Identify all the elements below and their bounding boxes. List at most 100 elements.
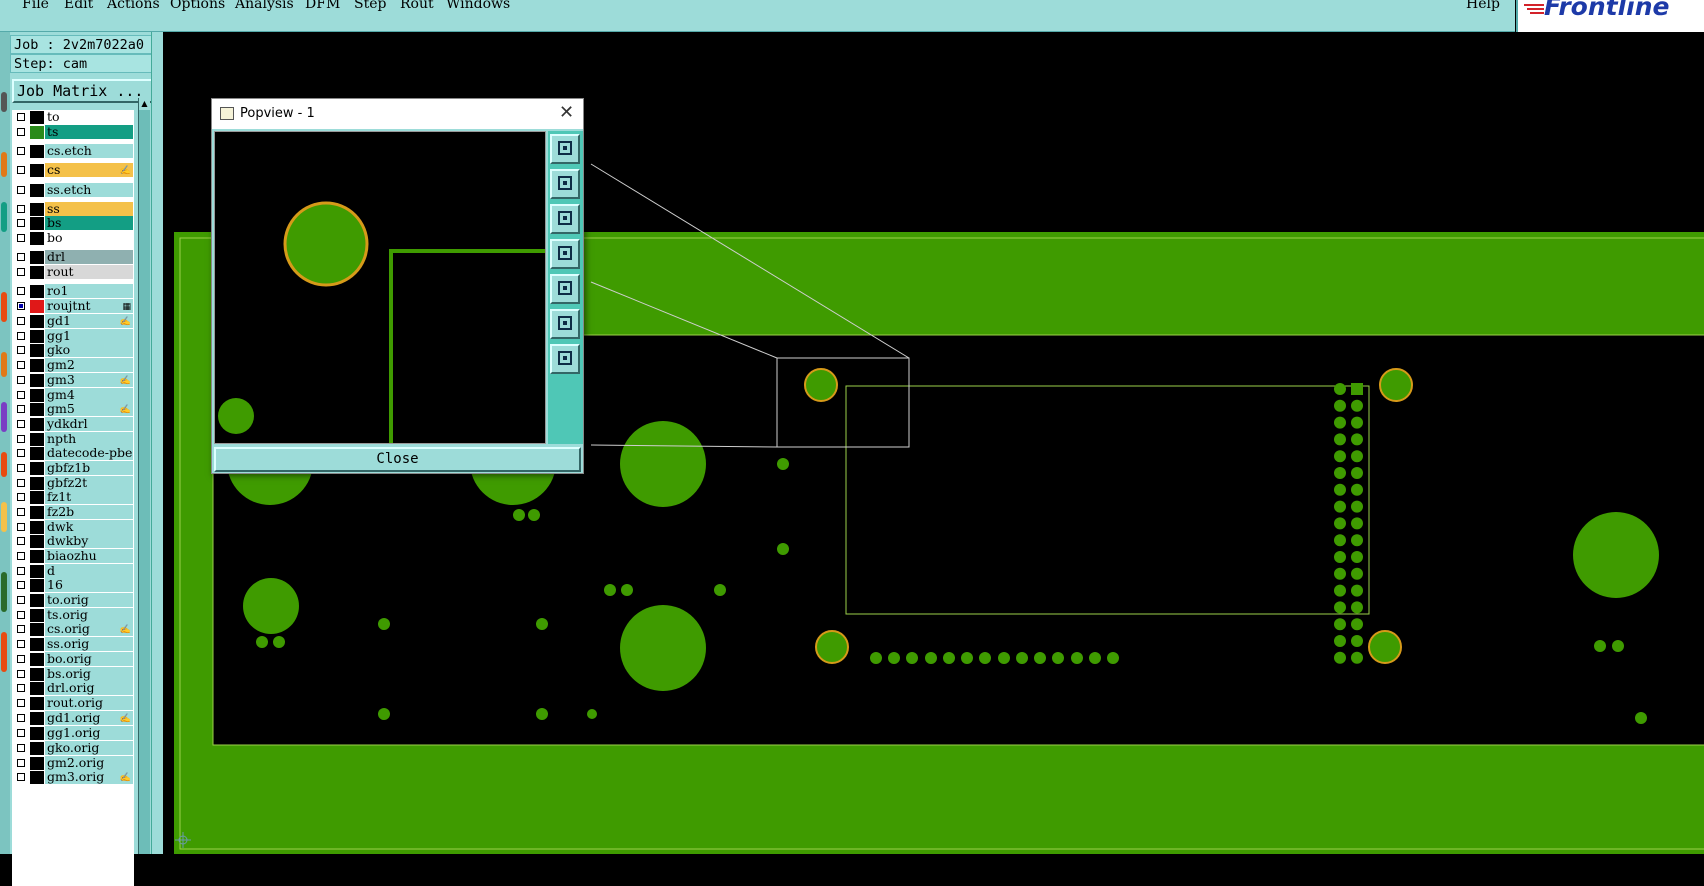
layer-checkbox[interactable] (17, 391, 25, 399)
layer-name[interactable]: d (45, 564, 133, 578)
layer-color-swatch[interactable] (30, 145, 44, 158)
layer-name[interactable]: dwk (45, 520, 133, 534)
layer-checkbox[interactable] (17, 655, 25, 663)
layer-name[interactable]: datecode-pbe (45, 446, 133, 460)
layer-checkbox[interactable] (17, 361, 25, 369)
layer-row[interactable]: dwk (12, 520, 134, 535)
layer-color-swatch[interactable] (30, 742, 44, 755)
layer-checkbox[interactable] (17, 205, 25, 213)
layer-color-swatch[interactable] (30, 594, 44, 607)
layer-color-swatch[interactable] (30, 126, 44, 139)
layer-name[interactable]: gm3.orig ✍ (45, 770, 133, 784)
layer-row[interactable]: dwkby (12, 534, 134, 549)
layer-color-swatch[interactable] (30, 266, 44, 279)
layer-color-swatch[interactable] (30, 462, 44, 475)
layer-color-swatch[interactable] (30, 300, 44, 313)
layer-row[interactable]: bs.orig (12, 667, 134, 682)
layer-name[interactable]: fz1t (45, 490, 133, 504)
layer-checkbox[interactable] (17, 552, 25, 560)
layer-checkbox[interactable] (17, 759, 25, 767)
layer-name[interactable]: to (45, 110, 133, 124)
layer-row[interactable]: d (12, 564, 134, 579)
layer-color-swatch[interactable] (30, 315, 44, 328)
layer-checkbox[interactable] (17, 420, 25, 428)
layer-color-swatch[interactable] (30, 668, 44, 681)
layer-color-swatch[interactable] (30, 374, 44, 387)
layer-row[interactable]: ss.orig (12, 637, 134, 652)
layer-row[interactable]: bo.orig (12, 652, 134, 667)
layer-name[interactable]: gbfz2t (45, 476, 133, 490)
layer-row[interactable]: ts (12, 125, 134, 140)
layer-row[interactable]: ydkdrl (12, 417, 134, 432)
layer-color-swatch[interactable] (30, 251, 44, 264)
layer-row[interactable]: gm2.orig (12, 756, 134, 771)
layer-row[interactable]: ss.etch (12, 183, 134, 198)
layer-checkbox[interactable] (17, 625, 25, 633)
layer-row[interactable]: fz2b (12, 505, 134, 520)
layer-row[interactable]: gm3 ✍ (12, 373, 134, 388)
menu-step[interactable]: Step (354, 0, 386, 12)
layer-checkbox[interactable] (17, 729, 25, 737)
layer-name[interactable]: gko (45, 343, 133, 357)
layer-color-swatch[interactable] (30, 506, 44, 519)
layer-checkbox[interactable] (17, 611, 25, 619)
layer-color-swatch[interactable] (30, 389, 44, 402)
layer-color-swatch[interactable] (30, 330, 44, 343)
layer-color-swatch[interactable] (30, 217, 44, 230)
popview-titlebar[interactable]: Popview - 1 ✕ (212, 99, 583, 129)
layer-row[interactable]: bs (12, 216, 134, 231)
layer-row[interactable]: gm4 (12, 388, 134, 403)
layer-name[interactable]: fz2b (45, 505, 133, 519)
layer-name[interactable]: ss (45, 202, 133, 216)
layer-row[interactable]: npth (12, 432, 134, 447)
layer-row[interactable]: 16 (12, 578, 134, 593)
popview-tool-button[interactable] (550, 344, 580, 374)
layer-color-swatch[interactable] (30, 344, 44, 357)
layer-color-swatch[interactable] (30, 184, 44, 197)
popview-tool-button[interactable] (550, 239, 580, 269)
layer-name[interactable]: cs ✍ (45, 163, 133, 177)
layer-row[interactable]: bo (12, 231, 134, 246)
popview-tool-button[interactable] (550, 204, 580, 234)
layer-checkbox[interactable] (17, 147, 25, 155)
layer-checkbox[interactable] (17, 302, 25, 310)
layer-name[interactable]: bs (45, 216, 133, 230)
layer-color-swatch[interactable] (30, 359, 44, 372)
layer-row[interactable]: to (12, 110, 134, 125)
layer-color-swatch[interactable] (30, 623, 44, 636)
menu-actions[interactable]: Actions (107, 0, 160, 12)
layer-color-swatch[interactable] (30, 433, 44, 446)
layer-color-swatch[interactable] (30, 164, 44, 177)
layer-checkbox[interactable] (17, 332, 25, 340)
layer-name[interactable]: rout.orig (45, 696, 133, 710)
layer-color-swatch[interactable] (30, 771, 44, 784)
layer-row[interactable]: gd1 ✍ (12, 314, 134, 329)
layer-name[interactable]: npth (45, 432, 133, 446)
layer-color-swatch[interactable] (30, 491, 44, 504)
layer-checkbox[interactable] (17, 346, 25, 354)
layer-color-swatch[interactable] (30, 712, 44, 725)
layer-checkbox[interactable] (17, 699, 25, 707)
layer-name[interactable]: roujtnt ▦ (45, 299, 133, 313)
layer-checkbox[interactable] (17, 405, 25, 413)
layer-row[interactable]: fz1t (12, 490, 134, 505)
layer-row[interactable]: gg1.orig (12, 726, 134, 741)
menu-analysis[interactable]: Analysis (235, 0, 294, 12)
layer-name[interactable]: rout (45, 265, 133, 279)
layer-name[interactable]: gm2 (45, 358, 133, 372)
layer-color-swatch[interactable] (30, 697, 44, 710)
layer-name[interactable]: ts.orig (45, 608, 133, 622)
layer-name[interactable]: 16 (45, 578, 133, 592)
layer-row[interactable]: gm2 (12, 358, 134, 373)
layer-row[interactable]: drl (12, 250, 134, 265)
layer-checkbox[interactable] (17, 287, 25, 295)
layer-color-swatch[interactable] (30, 638, 44, 651)
layer-row[interactable]: rout (12, 265, 134, 280)
layer-color-swatch[interactable] (30, 111, 44, 124)
layer-checkbox[interactable] (17, 253, 25, 261)
layer-name[interactable]: gm5 ✍ (45, 402, 133, 416)
layer-name[interactable]: biaozhu (45, 549, 133, 563)
layer-name[interactable]: gko.orig (45, 741, 133, 755)
layer-row[interactable]: ts.orig (12, 608, 134, 623)
layer-name[interactable]: bs.orig (45, 667, 133, 681)
